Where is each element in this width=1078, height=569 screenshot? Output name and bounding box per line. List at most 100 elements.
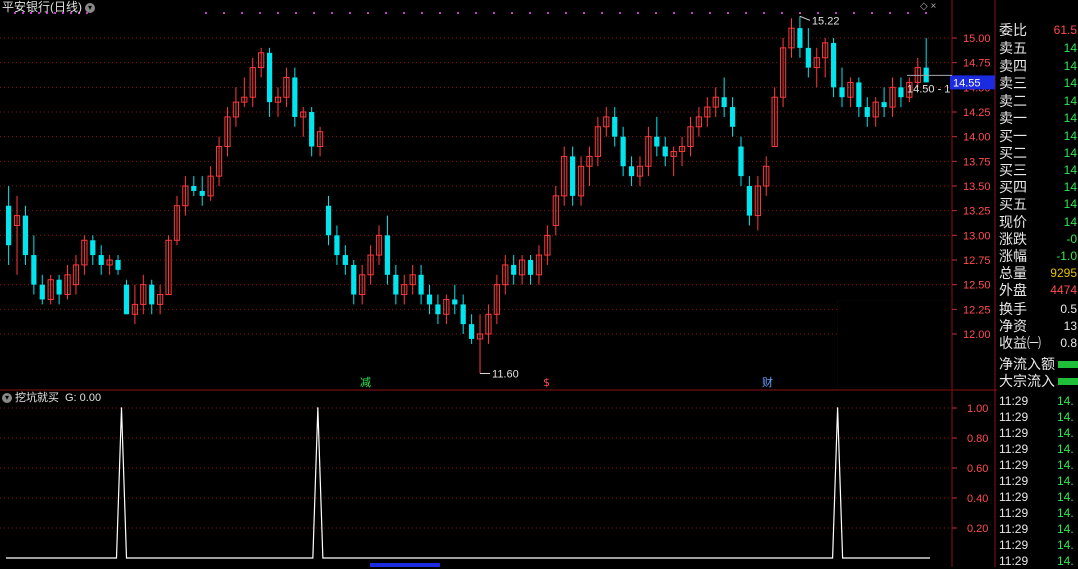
candle (435, 294, 441, 325)
candle (561, 146, 568, 206)
chevron-down-icon[interactable]: ▾ (85, 2, 95, 13)
price-tick-label: 12.25 (963, 304, 991, 316)
candle (620, 126, 626, 177)
top-dot-mark (475, 12, 477, 14)
candle-body (334, 235, 340, 256)
price-tick-label: 13.50 (963, 181, 991, 193)
candle (207, 166, 214, 201)
candle-body (435, 304, 441, 315)
candle (746, 176, 753, 226)
top-dot-mark (835, 12, 837, 14)
candle-body (839, 87, 845, 98)
chevron-down-icon[interactable]: ▾ (2, 393, 12, 404)
candle (519, 255, 526, 285)
top-dot-mark (925, 12, 927, 14)
candle-body (90, 240, 96, 256)
quote-volume: 总量 9295 (999, 265, 1077, 281)
current-price-label: 14.55 (953, 77, 981, 89)
candle (662, 136, 668, 167)
high-arrow (799, 15, 811, 21)
candle (460, 294, 466, 334)
candle (426, 284, 433, 315)
kline-chart[interactable]: 15.0014.7514.5014.2514.0013.7513.5013.25… (0, 0, 997, 567)
candle-body (325, 205, 332, 236)
candle-body (830, 42, 837, 88)
top-dot-mark (547, 12, 549, 14)
top-dot-mark (871, 12, 873, 14)
low-price-label: 11.60 (492, 368, 519, 380)
price-tick-label: 13.75 (963, 156, 991, 168)
candle (106, 255, 113, 275)
candle (544, 225, 551, 265)
ind-tick-label: 1.00 (967, 403, 988, 415)
candle-body (527, 260, 534, 275)
quote-net-assets: 净资 13 (999, 318, 1077, 334)
candle (813, 47, 820, 88)
candle (822, 38, 829, 78)
candle-body (511, 264, 517, 275)
candle (670, 146, 677, 177)
candle (6, 186, 12, 265)
top-dot-mark (763, 12, 765, 14)
candle (334, 225, 340, 265)
diamond-icon[interactable]: ◇ (920, 1, 928, 12)
candle-body (56, 279, 62, 295)
candle-body (738, 146, 744, 177)
candle (249, 57, 256, 108)
candle-body (384, 235, 391, 275)
candle-body (39, 284, 45, 300)
candle-body (426, 294, 433, 305)
ind-tick-label: 0.80 (967, 433, 988, 445)
candle (847, 77, 854, 108)
candle (72, 255, 80, 295)
top-dot-mark (853, 12, 855, 14)
tick-row: 11:29 14. (999, 490, 1074, 504)
quote-buy-2: 买二 14 (999, 145, 1077, 161)
price-tick-label: 12.00 (963, 329, 991, 341)
candle (199, 176, 205, 206)
top-dot-mark (781, 12, 783, 14)
quote-change: 涨跌 -0 (999, 231, 1077, 247)
candle (577, 156, 585, 206)
quote-change-pct: 涨幅 -1.0 (999, 248, 1077, 264)
top-dot-mark (889, 12, 891, 14)
candle-body (123, 284, 130, 315)
candle (182, 176, 189, 216)
candle-body (6, 205, 12, 246)
candle (898, 77, 904, 108)
candle-body (98, 255, 104, 265)
candle (654, 116, 660, 157)
candle-body (266, 52, 273, 103)
candle (232, 87, 240, 127)
candle (535, 245, 543, 285)
candle (469, 314, 475, 344)
candle (628, 156, 635, 186)
stock-title[interactable]: 平安银行(日线) ▾ (2, 0, 95, 14)
close-icon[interactable]: × (930, 1, 936, 12)
top-dot-mark (727, 12, 729, 14)
candle (872, 97, 879, 127)
candle (165, 235, 172, 296)
candle (401, 274, 408, 305)
top-dot-mark (745, 12, 747, 14)
marker-cai: 财 (762, 375, 773, 389)
candle-body (570, 156, 576, 196)
indicator-title[interactable]: ▾ 挖坑就买 G: 0.00 (2, 391, 101, 405)
last-price-label: 14.50 - 1 (907, 83, 950, 95)
candle (721, 77, 727, 117)
candle (47, 274, 54, 305)
high-price-label: 15.22 (812, 15, 840, 27)
candle (502, 255, 509, 295)
top-dot-mark (331, 12, 333, 14)
top-dot-mark (529, 12, 531, 14)
scroll-thumb (370, 563, 440, 567)
candle (316, 126, 324, 157)
candle-body (149, 284, 155, 305)
top-dot-mark (907, 12, 909, 14)
quote-price: 现价 14 (999, 214, 1077, 230)
candle (485, 304, 492, 344)
candle-body (22, 215, 29, 256)
candle-body (418, 274, 424, 295)
candle (511, 255, 517, 285)
candle (409, 264, 416, 295)
